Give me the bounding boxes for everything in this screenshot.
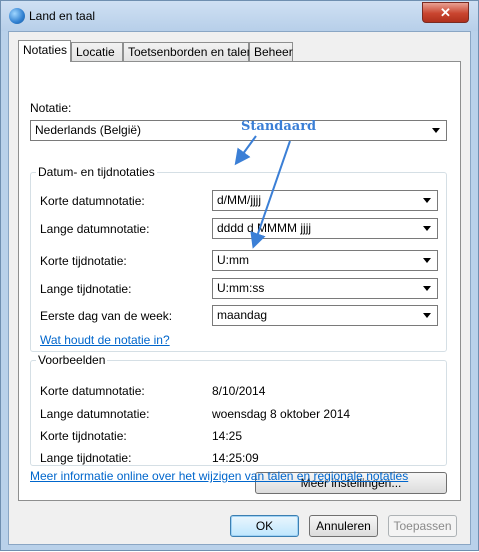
long-time-value: U:mm:ss xyxy=(217,281,265,295)
example-short-date-value: 8/10/2014 xyxy=(212,384,266,398)
tab-beheer[interactable]: Beheer xyxy=(249,42,293,61)
short-date-label: Korte datumnotatie: xyxy=(40,194,145,208)
example-long-time-value: 14:25:09 xyxy=(212,451,259,465)
short-date-value: d/MM/jjjj xyxy=(217,193,261,207)
first-day-label: Eerste dag van de week: xyxy=(40,309,173,323)
window-frame: Land en taal ✕ Notaties Locatie Toetsenb… xyxy=(0,0,479,551)
short-date-select[interactable]: d/MM/jjjj xyxy=(212,190,438,211)
example-long-time-label: Lange tijdnotatie: xyxy=(40,451,132,465)
tab-toetsenborden[interactable]: Toetsenborden en talen xyxy=(123,42,253,61)
close-button[interactable]: ✕ xyxy=(422,2,469,23)
chevron-down-icon xyxy=(423,258,431,263)
date-time-group-title: Datum- en tijdnotaties xyxy=(36,165,157,179)
chevron-down-icon xyxy=(423,286,431,291)
dialog-client: Notaties Locatie Toetsenborden en talen … xyxy=(8,31,471,545)
example-long-date-label: Lange datumnotatie: xyxy=(40,407,150,421)
first-day-select[interactable]: maandag xyxy=(212,305,438,326)
example-long-date-value: woensdag 8 oktober 2014 xyxy=(212,407,351,421)
globe-icon xyxy=(9,8,25,24)
long-time-select[interactable]: U:mm:ss xyxy=(212,278,438,299)
long-date-select[interactable]: dddd d MMMM jjjj xyxy=(212,218,438,239)
short-time-value: U:mm xyxy=(217,253,249,267)
tab-locatie[interactable]: Locatie xyxy=(71,42,123,61)
title-bar[interactable]: Land en taal ✕ xyxy=(1,1,478,31)
example-short-time-label: Korte tijdnotatie: xyxy=(40,429,127,443)
examples-group-title: Voorbeelden xyxy=(36,353,108,367)
chevron-down-icon xyxy=(432,128,440,133)
long-date-value: dddd d MMMM jjjj xyxy=(217,221,312,235)
example-short-time-value: 14:25 xyxy=(212,429,243,443)
apply-button: Toepassen xyxy=(388,515,457,537)
more-info-link[interactable]: Meer informatie online over het wijzigen… xyxy=(30,469,408,483)
example-short-date-label: Korte datumnotatie: xyxy=(40,384,145,398)
chevron-down-icon xyxy=(423,313,431,318)
chevron-down-icon xyxy=(423,198,431,203)
format-label: Notatie: xyxy=(30,101,72,115)
chevron-down-icon xyxy=(423,226,431,231)
short-time-select[interactable]: U:mm xyxy=(212,250,438,271)
ok-button[interactable]: OK xyxy=(230,515,299,537)
examples-group: Voorbeelden Korte datumnotatie: 8/10/201… xyxy=(30,353,447,466)
long-date-label: Lange datumnotatie: xyxy=(40,222,150,236)
what-is-format-link[interactable]: Wat houdt de notatie in? xyxy=(40,333,170,347)
short-time-label: Korte tijdnotatie: xyxy=(40,254,127,268)
date-time-group: Datum- en tijdnotaties Korte datumnotati… xyxy=(30,165,447,352)
window-title: Land en taal xyxy=(29,9,96,23)
first-day-value: maandag xyxy=(217,308,268,322)
tab-panel: Notatie: Nederlands (België) Datum- en t… xyxy=(18,61,461,501)
tab-notaties[interactable]: Notaties xyxy=(18,40,71,62)
cancel-button[interactable]: Annuleren xyxy=(309,515,378,537)
format-select-value: Nederlands (België) xyxy=(35,123,142,137)
annotation-label: Standaard xyxy=(241,119,317,134)
long-time-label: Lange tijdnotatie: xyxy=(40,282,132,296)
format-select[interactable]: Nederlands (België) xyxy=(30,120,447,141)
